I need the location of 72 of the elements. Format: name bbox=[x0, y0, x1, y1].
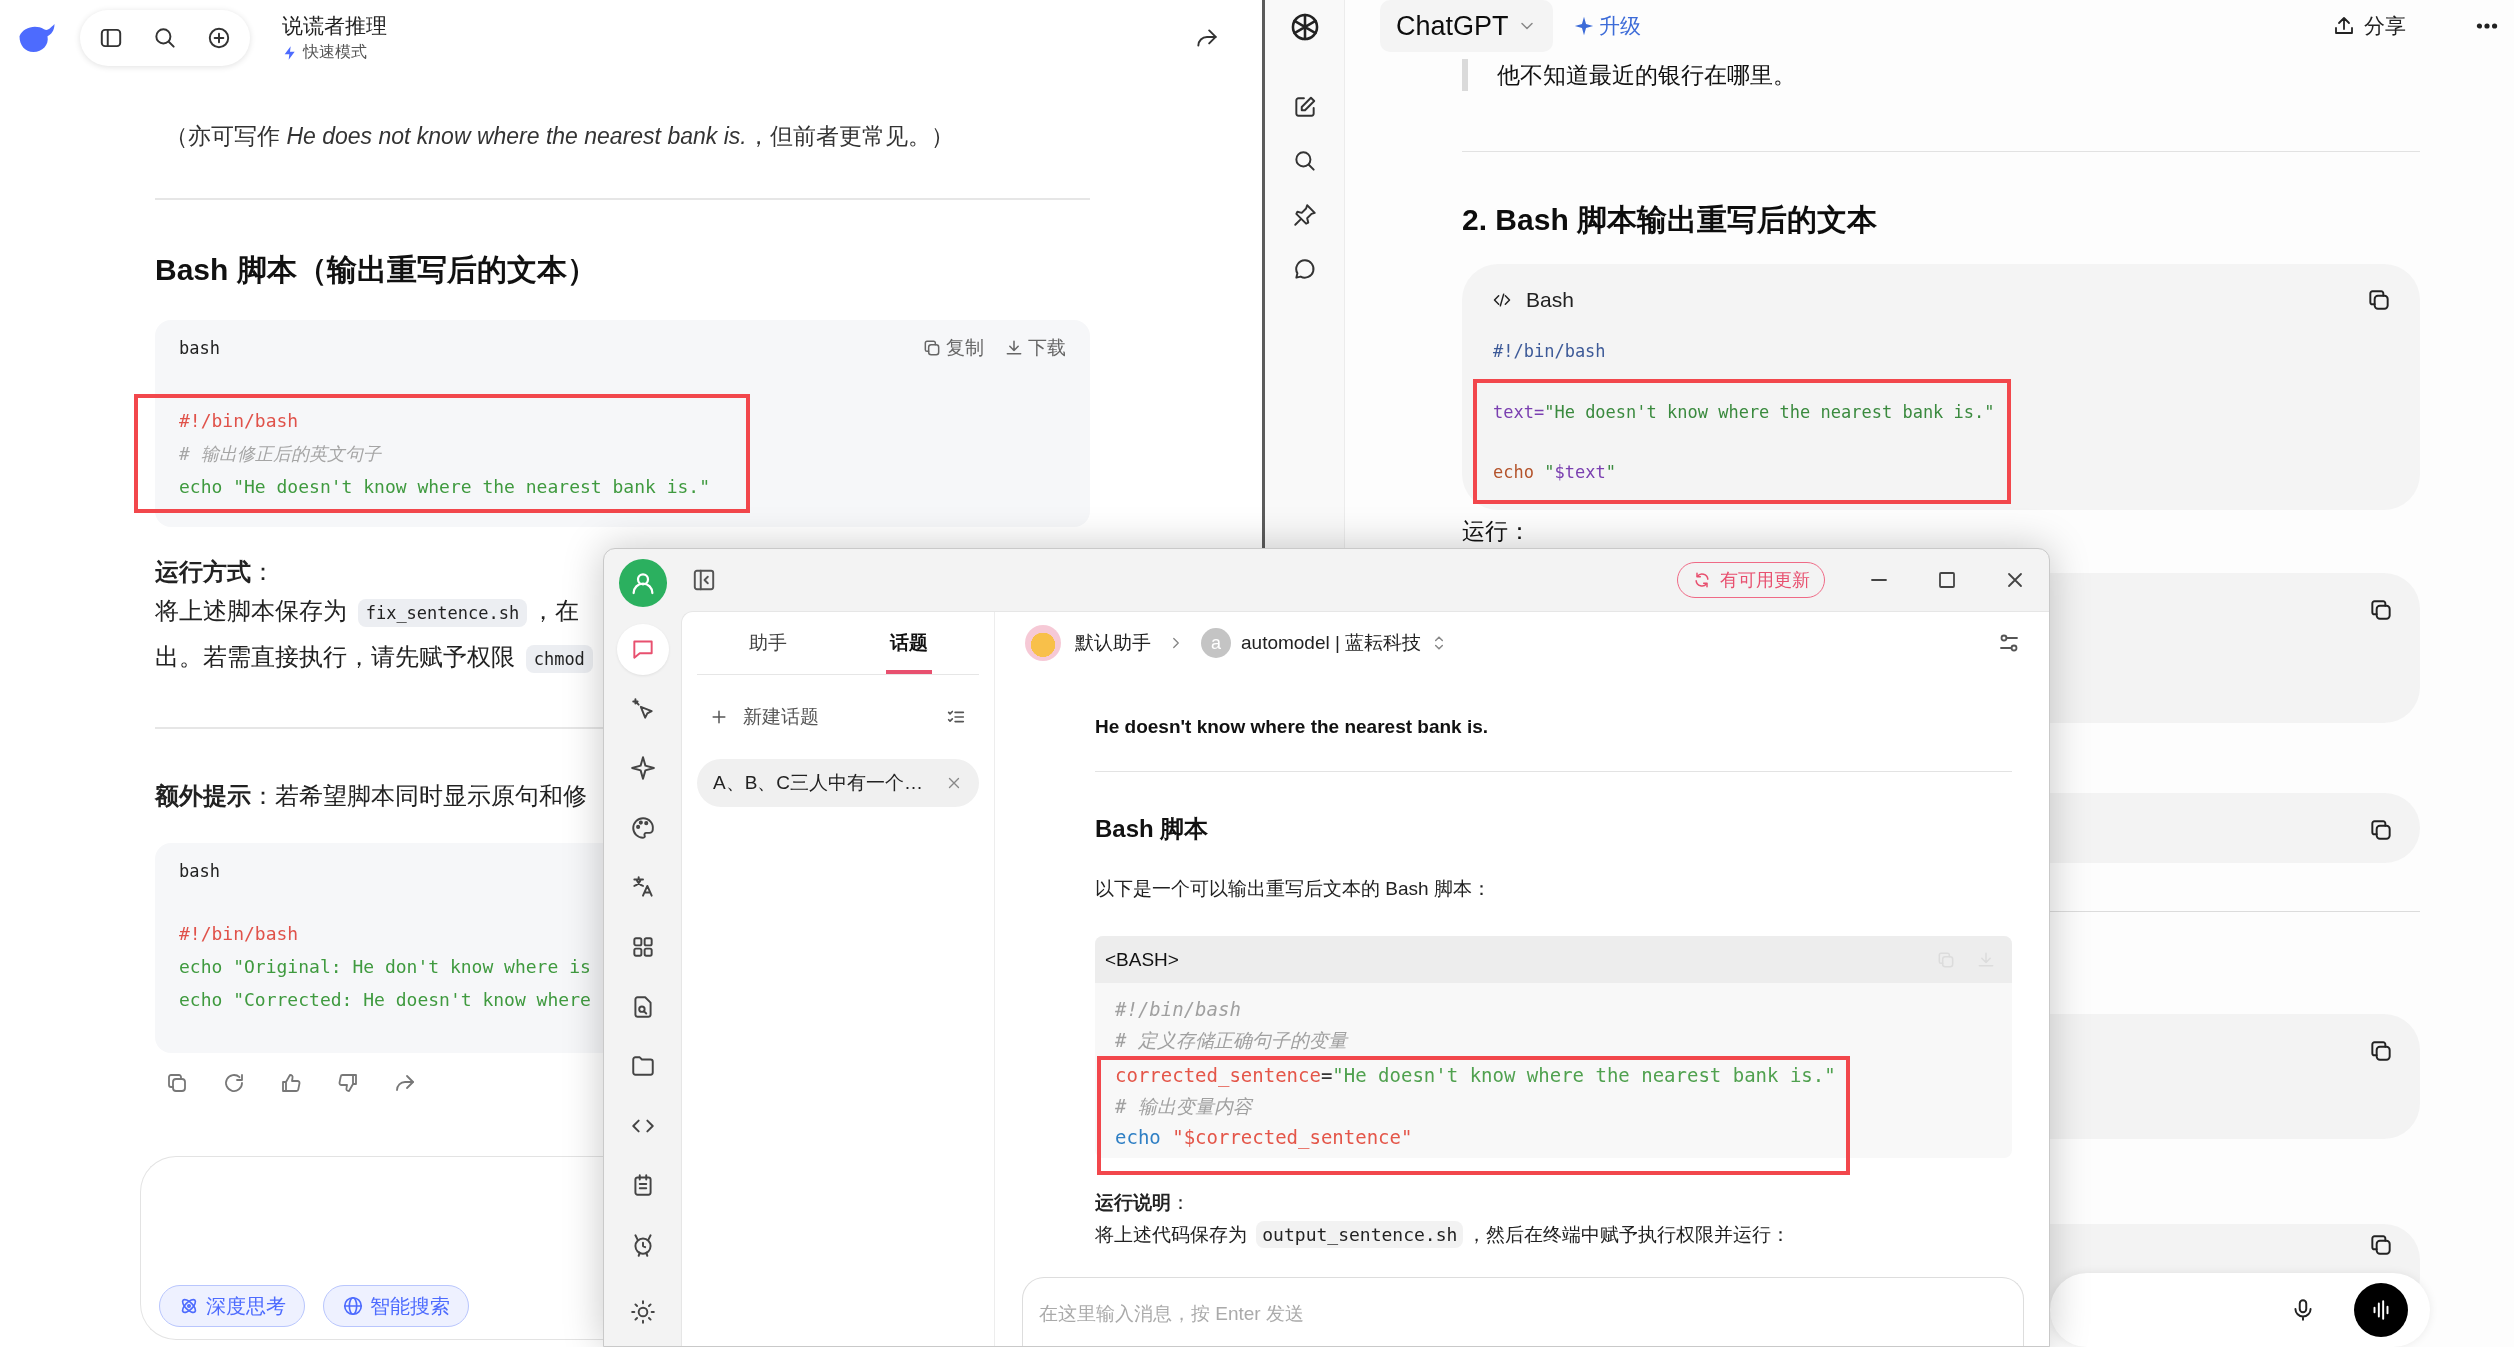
assistant-name[interactable]: 默认助手 bbox=[1075, 630, 1151, 656]
section-heading: Bash 脚本 bbox=[1095, 814, 1210, 844]
code-line: text="He doesn't know where the nearest bank is." bbox=[1493, 401, 1995, 424]
user-avatar[interactable] bbox=[618, 559, 667, 607]
star-icon bbox=[629, 755, 656, 782]
sparkle-cursor-icon bbox=[629, 695, 656, 722]
message-box[interactable]: 深度思考 智能搜索 bbox=[140, 1156, 603, 1340]
paragraph: 出。若需直接执行，请先赋予权限 chmod bbox=[155, 635, 597, 681]
pin-icon[interactable] bbox=[1291, 202, 1318, 228]
code-line: corrected_sentence="He doesn't know where the nearest bank is." bbox=[1115, 1063, 1836, 1089]
copy-icon[interactable] bbox=[2368, 1038, 2394, 1064]
paragraph: 将上述代码保存为 output_sentence.sh ，然后在终端中赋予执行权限并运行： bbox=[1095, 1218, 2012, 1252]
code-language: bash bbox=[179, 338, 220, 358]
tab[interactable]: 助手 bbox=[697, 612, 838, 674]
code-line: # 输出修正后的英文句子 bbox=[179, 442, 383, 466]
topic-item[interactable]: A、B、C三人中有一个… bbox=[697, 759, 979, 807]
code-line: echo "Corrected: He doesn't know where bbox=[179, 988, 591, 1012]
paragraph: 将上述脚本保存为 fix_sentence.sh ，在 bbox=[155, 589, 597, 635]
section-heading: Bash 脚本（输出重写后的文本） bbox=[155, 252, 598, 288]
voice-button[interactable] bbox=[2354, 1283, 2408, 1337]
code-line: #!/bin/bash bbox=[1493, 340, 1606, 363]
section-heading: 2. Bash 脚本输出重写后的文本 bbox=[1462, 202, 1879, 238]
model-avatar: a bbox=[1201, 628, 1231, 658]
download-button[interactable]: 下载 bbox=[1004, 335, 1066, 361]
assistant-avatar bbox=[1025, 625, 1061, 661]
regenerate-icon[interactable] bbox=[222, 1071, 246, 1095]
paragraph: 运行： bbox=[1462, 517, 1532, 546]
copy-button[interactable]: 复制 bbox=[922, 335, 984, 361]
paragraph: 运行方式： bbox=[155, 557, 275, 587]
model-name[interactable]: automodel | 蓝耘科技 bbox=[1241, 630, 1422, 656]
deep-think-button[interactable]: 深度思考 bbox=[159, 1285, 305, 1327]
new-topic-button[interactable]: 新建话题 bbox=[709, 704, 819, 730]
code-line: #!/bin/bash bbox=[179, 409, 300, 433]
upgrade-button[interactable]: 升级 bbox=[1572, 12, 1641, 40]
paragraph: 运行说明： bbox=[1095, 1191, 1191, 1215]
code-language: <BASH> bbox=[1105, 948, 1179, 971]
code-line: # 输出变量内容 bbox=[1115, 1094, 1255, 1119]
chat-title: 说谎者推理 bbox=[282, 13, 387, 39]
code-line: echo "He doesn't know where the nearest bank is." bbox=[179, 475, 710, 499]
copy-icon bbox=[922, 338, 942, 358]
code-line: echo "$text" bbox=[1493, 461, 1617, 484]
thumbs-up-icon[interactable] bbox=[279, 1071, 303, 1095]
answer-text: He doesn't know where the nearest bank is. bbox=[1095, 715, 1490, 739]
model-switcher[interactable]: ChatGPT bbox=[1380, 0, 1553, 52]
code-line: #!/bin/bash bbox=[179, 922, 299, 946]
note-text: （亦可写作 He does not know where the nearest bank is.，但前者更常见。） bbox=[164, 122, 955, 151]
paragraph: 额外提示：若希望脚本同时显示原句和修 bbox=[155, 781, 587, 811]
code-icon bbox=[1492, 290, 1512, 310]
code-line: # 定义存储正确句子的变量 bbox=[1115, 1028, 1347, 1053]
mode-label: 快速模式 bbox=[303, 42, 367, 62]
palette-icon bbox=[629, 814, 656, 841]
message-input[interactable]: 在这里输入消息，按 Enter 发送 bbox=[1022, 1277, 2024, 1346]
share-button[interactable]: 分享 bbox=[2332, 12, 2406, 40]
code-line: echo "$corrected_sentence" bbox=[1115, 1125, 1414, 1151]
download-icon bbox=[1004, 338, 1024, 358]
sun-icon bbox=[629, 1299, 656, 1326]
copy-icon[interactable] bbox=[2366, 287, 2392, 313]
quote-text: 他不知道最近的银行在哪里。 bbox=[1462, 59, 2420, 91]
sidebar-toggle-icon[interactable] bbox=[691, 567, 717, 593]
copy-icon[interactable] bbox=[2368, 817, 2394, 843]
code-language: bash bbox=[179, 861, 220, 881]
topic-title: A、B、C三人中有一个… bbox=[713, 771, 924, 795]
code-language: Bash bbox=[1526, 288, 1574, 312]
copy-icon[interactable] bbox=[2368, 597, 2394, 623]
paragraph: 以下是一个可以输出重写后文本的 Bash 脚本： bbox=[1095, 877, 1492, 901]
code-line: #!/bin/bash bbox=[1115, 997, 1241, 1022]
copy-icon[interactable] bbox=[2368, 1232, 2394, 1258]
thumbs-down-icon[interactable] bbox=[336, 1071, 360, 1095]
code-line: echo "Original: He don't know where is bbox=[179, 955, 591, 979]
message-composer[interactable] bbox=[2050, 1273, 2430, 1347]
globe-icon bbox=[342, 1295, 364, 1317]
search-button[interactable]: 智能搜索 bbox=[323, 1285, 469, 1327]
